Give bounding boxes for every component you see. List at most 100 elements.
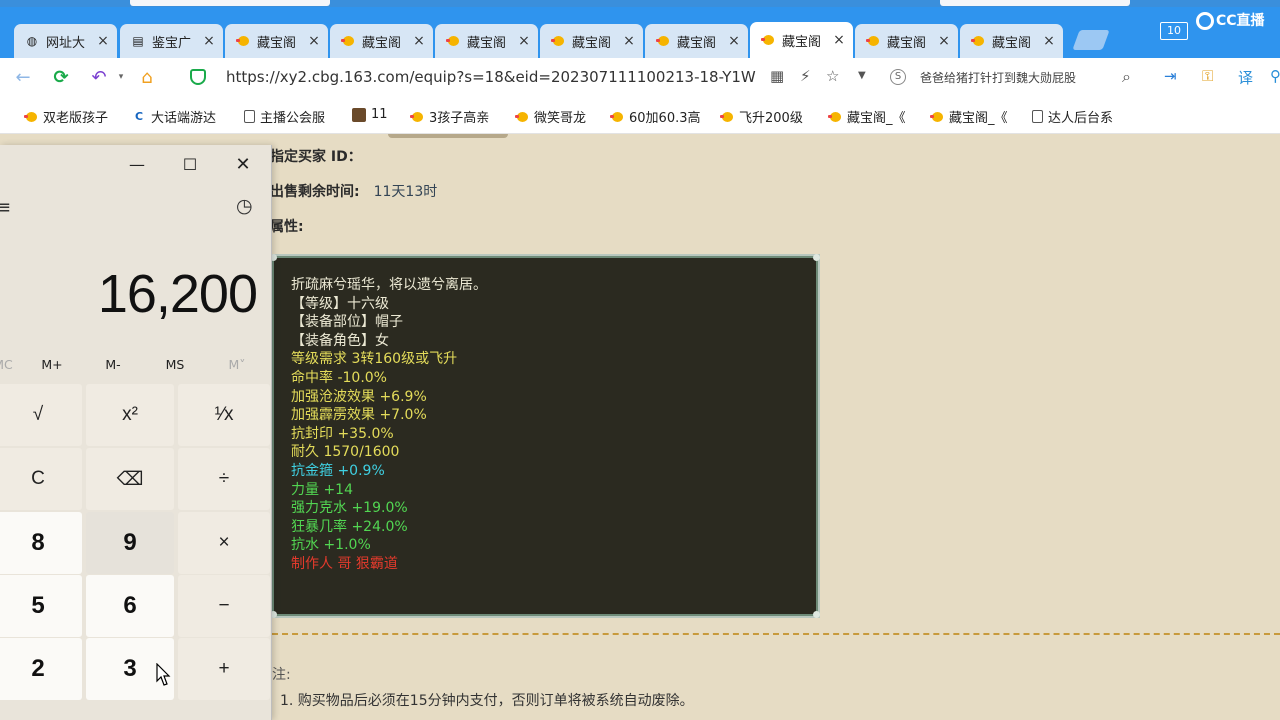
attribute-list: 折疏麻兮瑶华，将以遗兮离居。 【等级】十六级 【装备部位】帽子 【装备角色】女 等级需求… xyxy=(291,276,487,574)
reciprocal-button[interactable]: ¹⁄x xyxy=(178,384,270,446)
lightning-icon[interactable]: ⚡ xyxy=(800,67,811,85)
search-text[interactable]: 爸爸给猪打针打到魏大勋屁股 xyxy=(920,69,1076,86)
chick-icon xyxy=(410,110,424,124)
search-icon[interactable]: ⌕ xyxy=(1122,67,1131,87)
bookmark-item[interactable]: 飞升200级 xyxy=(720,107,803,126)
remaining-time-label: 出售剩余时间: xyxy=(270,184,360,200)
top-button-edge[interactable] xyxy=(388,134,508,138)
extension-icon[interactable]: ⚲ xyxy=(1270,67,1280,85)
bookmark-item[interactable]: 达人后台系 xyxy=(1032,107,1113,126)
digit-9-button[interactable]: 9 xyxy=(86,512,174,574)
chick-icon xyxy=(865,33,881,49)
bookmark-item[interactable]: 11 xyxy=(352,107,388,122)
back-arrow-icon[interactable]: ← xyxy=(10,64,36,90)
tab[interactable]: 藏宝阁 × xyxy=(855,24,958,58)
tab-label: 藏宝阁 xyxy=(992,35,1032,51)
tab-close-icon[interactable]: × xyxy=(724,33,744,49)
tab-strip-top xyxy=(0,0,1280,7)
backspace-button[interactable]: ⌫ xyxy=(86,448,174,510)
bookmark-label: 11 xyxy=(371,107,388,122)
bookmark-item[interactable]: 主播公会服 xyxy=(244,107,325,126)
menu-icon[interactable]: ≡ xyxy=(0,197,11,218)
tab[interactable]: 藏宝阁 × xyxy=(645,24,748,58)
document-icon xyxy=(1032,110,1043,123)
memory-button[interactable]: M+ xyxy=(27,357,77,372)
bookmark-item[interactable]: 3孩子高亲 xyxy=(410,107,489,126)
image-icon xyxy=(352,107,366,122)
attribute-line: 制作人 哥 狠霸道 xyxy=(291,555,398,572)
bookmark-item[interactable]: C 大话端游达 xyxy=(132,107,216,126)
clear-button[interactable]: C xyxy=(0,448,82,510)
close-icon[interactable]: ✕ xyxy=(220,151,266,177)
background-window-edge xyxy=(940,0,1130,6)
tab-close-icon[interactable]: × xyxy=(93,33,113,49)
bookmark-label: 双老版孩子 xyxy=(43,111,109,126)
square-button[interactable]: x² xyxy=(86,384,174,446)
url-text[interactable]: https://xy2.cbg.163.com/equip?s=18&eid=2… xyxy=(226,68,756,86)
plus-button[interactable]: + xyxy=(178,638,270,700)
qr-code-icon[interactable]: ▦ xyxy=(770,67,784,85)
digit-5-button[interactable]: 5 xyxy=(0,575,82,637)
bookmark-item[interactable]: 微笑哥龙 xyxy=(515,107,586,126)
tab-close-icon[interactable]: × xyxy=(1039,33,1059,49)
search-box[interactable]: S 爸爸给猪打针打到魏大勋屁股 xyxy=(890,64,1145,90)
calculator-display: 16,200 xyxy=(97,264,258,324)
bookmark-item[interactable]: 60加60.3高 xyxy=(610,107,701,126)
tab-count-badge[interactable]: 10 xyxy=(1160,22,1188,40)
new-tab-button[interactable] xyxy=(1072,30,1110,50)
key-icon[interactable]: ⚿ xyxy=(1202,67,1213,85)
chick-icon xyxy=(550,33,566,49)
chick-icon xyxy=(828,110,842,124)
memory-button[interactable]: MC xyxy=(0,357,28,372)
calculator-window: — ☐ ✕ ≡ ◷ 16,200 MCM+ M- MS M˅ √x²¹⁄x C⌫÷ 89×… xyxy=(0,145,272,720)
digit-8-button[interactable]: 8 xyxy=(0,512,82,574)
search-engine-icon[interactable]: S xyxy=(890,69,906,85)
tab-label: 藏宝阁 xyxy=(677,35,717,51)
tab[interactable]: 藏宝阁 × xyxy=(540,24,643,58)
document-icon: ▤ xyxy=(132,34,144,48)
home-icon[interactable]: ⌂ xyxy=(134,64,160,90)
tab-close-icon[interactable]: × xyxy=(934,33,954,49)
tab[interactable]: 藏宝阁 × xyxy=(435,24,538,58)
tab-label: 藏宝阁 xyxy=(782,34,822,50)
divide-button[interactable]: ÷ xyxy=(178,448,270,510)
bookmark-item[interactable]: 藏宝阁_《 xyxy=(828,107,906,126)
tab-close-icon[interactable]: × xyxy=(619,33,639,49)
tab-close-icon[interactable]: × xyxy=(409,33,429,49)
favorite-star-icon[interactable]: ☆ xyxy=(826,67,839,85)
translate-icon[interactable]: 译 xyxy=(1238,67,1253,88)
attribute-line: 加强沧波效果 +6.9% xyxy=(291,388,427,405)
dropdown-arrow-icon[interactable]: ▼ xyxy=(858,70,866,81)
undo-dropdown-icon[interactable]: ▾ xyxy=(108,64,134,90)
chick-icon xyxy=(340,33,356,49)
minimize-icon[interactable]: — xyxy=(114,151,160,177)
tab[interactable]: 藏宝阁 × xyxy=(330,24,433,58)
memory-button[interactable]: M- xyxy=(88,357,138,372)
remaining-time-value: 11天13时 xyxy=(373,184,438,200)
tab[interactable]: 藏宝阁 × xyxy=(960,24,1063,58)
digit-2-button[interactable]: 2 xyxy=(0,638,82,700)
background-window-edge xyxy=(130,0,330,6)
multiply-button[interactable]: × xyxy=(178,512,270,574)
tab-close-icon[interactable]: × xyxy=(304,33,324,49)
note-item: 1. 购买物品后必须在15分钟内支付，否则订单将被系统自动废除。 xyxy=(280,693,694,709)
tab-close-icon[interactable]: × xyxy=(829,32,849,48)
history-icon[interactable]: ◷ xyxy=(236,195,253,217)
minus-button[interactable]: − xyxy=(178,575,270,637)
memory-button[interactable]: MS xyxy=(150,357,200,372)
maximize-icon[interactable]: ☐ xyxy=(167,151,213,177)
login-icon[interactable]: ⇥ xyxy=(1164,67,1177,85)
tab[interactable]: ▤ 鉴宝广 × xyxy=(120,24,223,58)
bookmark-item[interactable]: 双老版孩子 xyxy=(24,107,108,126)
tab[interactable]: 藏宝阁 × xyxy=(225,24,328,58)
refresh-icon[interactable]: ⟳ xyxy=(48,64,74,90)
sqrt-button[interactable]: √ xyxy=(0,384,82,446)
tab-close-icon[interactable]: × xyxy=(514,33,534,49)
tab-active[interactable]: 藏宝阁 × xyxy=(750,22,853,58)
attribute-line: 【装备角色】女 xyxy=(291,332,389,349)
memory-button[interactable]: M˅ xyxy=(212,357,262,372)
tab-close-icon[interactable]: × xyxy=(199,33,219,49)
bookmark-item[interactable]: 藏宝阁_《 xyxy=(930,107,1008,126)
tab[interactable]: ◍ 网址大 × xyxy=(14,24,117,58)
digit-6-button[interactable]: 6 xyxy=(86,575,174,637)
